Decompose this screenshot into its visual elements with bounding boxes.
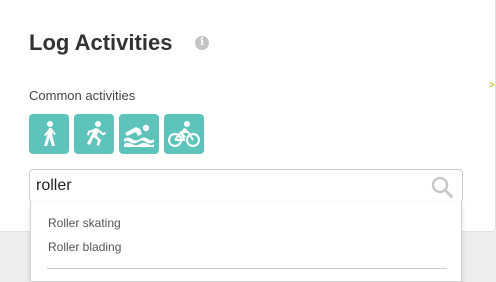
- swimming-icon: [124, 124, 154, 147]
- suggestion-item-roller-blading[interactable]: Roller blading: [48, 240, 121, 254]
- activity-swimming-button[interactable]: [119, 114, 159, 154]
- info-icon[interactable]: i: [195, 36, 209, 50]
- suggestion-item-roller-skating[interactable]: Roller skating: [48, 216, 121, 230]
- common-activities-list: [29, 114, 204, 154]
- activity-walking-button[interactable]: [29, 114, 69, 154]
- suggestion-dropdown: Roller skating Roller blading: [30, 202, 462, 282]
- activity-running-button[interactable]: [74, 114, 114, 154]
- running-icon: [87, 121, 106, 146]
- activity-cycling-button[interactable]: [164, 114, 204, 154]
- walking-icon: [44, 121, 56, 146]
- side-marker: >: [489, 80, 495, 91]
- dropdown-divider: [47, 268, 447, 269]
- search-input[interactable]: [36, 174, 416, 198]
- common-activities-label: Common activities: [29, 88, 136, 103]
- page-title: Log Activities: [29, 30, 173, 55]
- cycling-icon: [168, 121, 200, 147]
- search-icon[interactable]: [430, 175, 454, 199]
- activity-search-box[interactable]: [29, 169, 463, 203]
